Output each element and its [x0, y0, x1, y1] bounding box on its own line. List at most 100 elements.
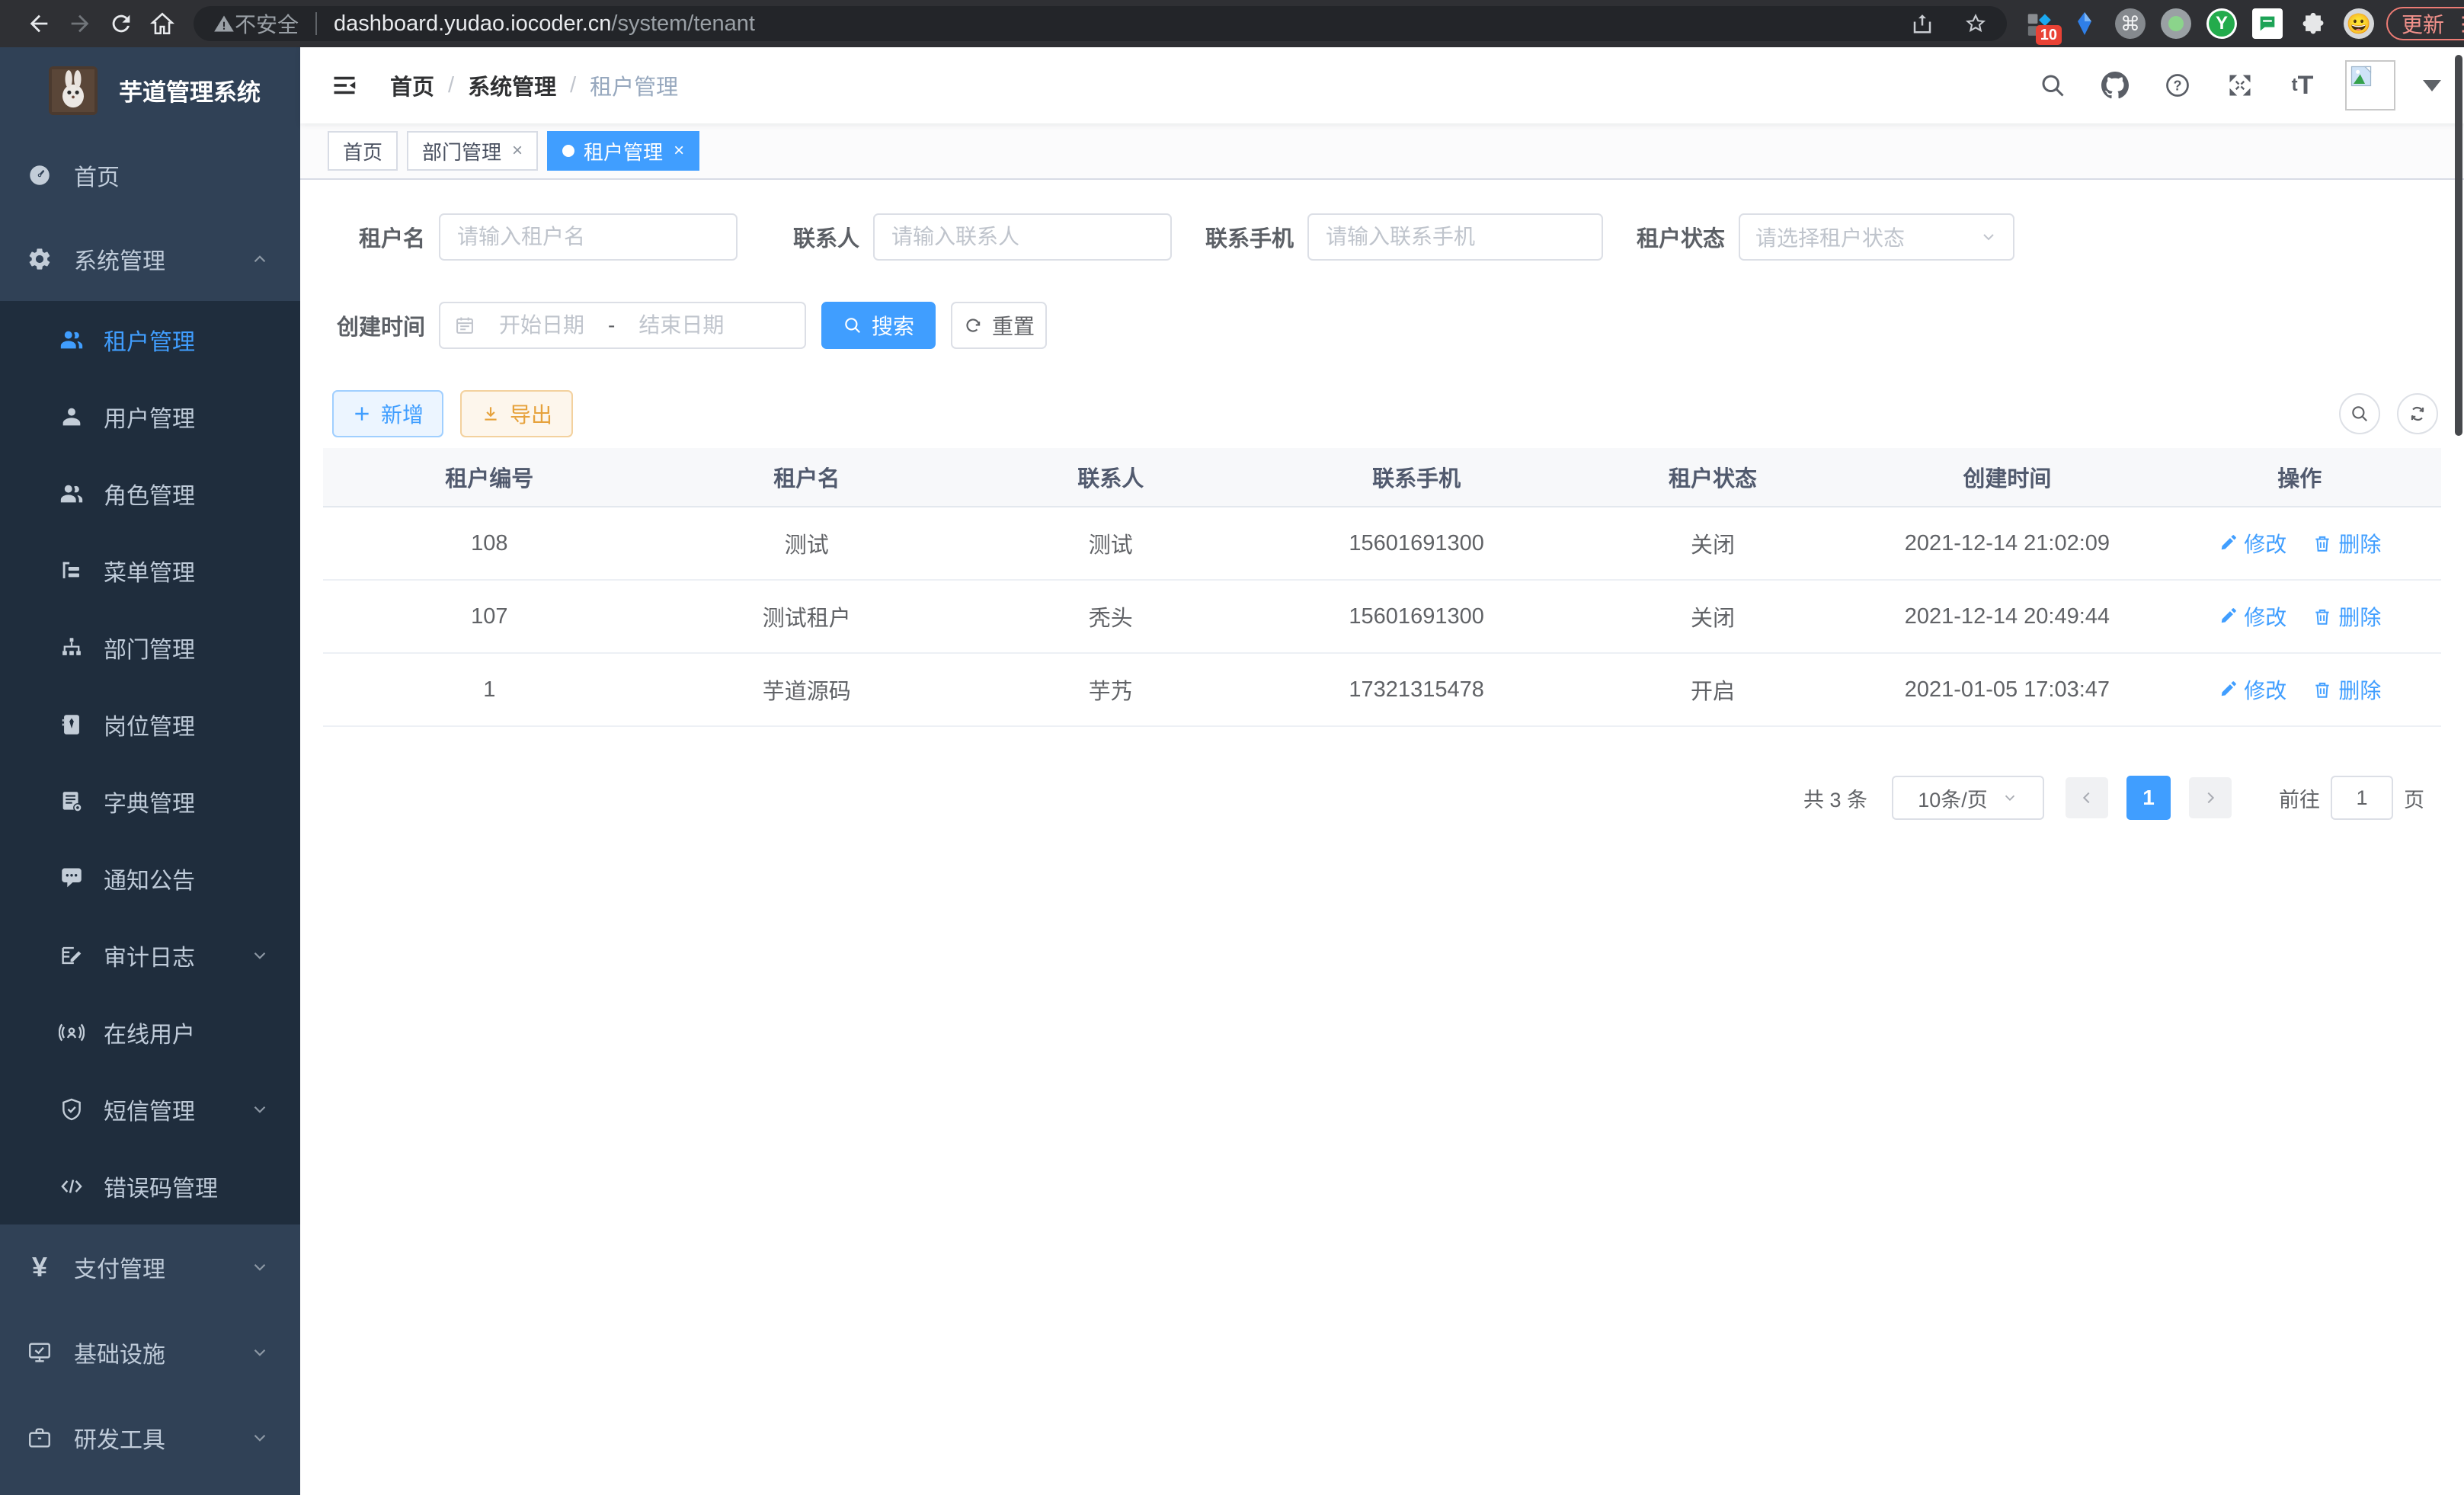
code-icon	[58, 1173, 85, 1200]
page-scrollbar[interactable]	[2455, 55, 2462, 436]
goto-page-input[interactable]	[2331, 776, 2393, 820]
extension-gem-icon[interactable]	[2068, 7, 2101, 40]
delete-link[interactable]: 删除	[2312, 528, 2381, 559]
sidebar-item-dict[interactable]: 字典管理	[0, 763, 300, 840]
browser-forward-icon[interactable]	[59, 3, 101, 44]
add-button[interactable]: 新增	[332, 390, 443, 437]
breadcrumb-system[interactable]: 系统管理	[468, 69, 556, 101]
sidebar-item-user[interactable]: 用户管理	[0, 378, 300, 455]
chevron-down-icon	[250, 1343, 270, 1362]
browser-home-icon[interactable]	[142, 3, 183, 44]
sidebar-item-home[interactable]: 首页	[0, 133, 300, 217]
github-icon[interactable]	[2095, 66, 2135, 105]
tab-tenant[interactable]: 租户管理 ×	[547, 131, 699, 171]
reset-button[interactable]: 重置	[951, 302, 1047, 349]
sidebar-item-infra[interactable]: 基础设施	[0, 1310, 300, 1395]
page-url[interactable]: dashboard.yudao.iocoder.cn/system/tenant	[334, 11, 755, 37]
sidebar-item-menu[interactable]: 菜单管理	[0, 532, 300, 609]
yen-icon: ¥	[26, 1253, 53, 1281]
prev-page-button[interactable]	[2066, 777, 2108, 818]
monitor-icon	[26, 1339, 53, 1366]
roles-icon	[58, 480, 85, 507]
pagination: 共 3 条 10条/页 1 前往 页	[323, 776, 2441, 820]
sidebar-item-system[interactable]: 系统管理	[0, 217, 300, 301]
start-date-input[interactable]	[482, 313, 602, 338]
create-time-label: 创建时间	[332, 309, 425, 341]
active-tab-dot	[562, 145, 574, 157]
trash-icon	[2312, 533, 2332, 553]
bookmark-star-icon[interactable]	[1964, 12, 1987, 35]
tab-home[interactable]: 首页	[328, 131, 398, 171]
browser-update-button[interactable]: 更新 ⋮	[2386, 7, 2464, 40]
sidebar-item-online-user[interactable]: 在线用户	[0, 994, 300, 1071]
extension-tabs-icon[interactable]: 10	[2022, 7, 2056, 40]
online-user-icon	[58, 1019, 85, 1046]
extension-y-icon[interactable]: Y	[2205, 7, 2238, 40]
sidebar-item-tenant[interactable]: 租户管理	[0, 301, 300, 378]
app-logo-row[interactable]: 芋道管理系统	[0, 47, 300, 133]
cell-tenant-id: 108	[323, 507, 656, 580]
contact-input[interactable]	[873, 213, 1172, 261]
toggle-search-button[interactable]	[2339, 393, 2380, 434]
status-select[interactable]: 请选择租户状态	[1739, 213, 2014, 261]
shield-check-icon	[58, 1096, 85, 1123]
delete-link[interactable]: 删除	[2312, 601, 2381, 632]
tab-dept[interactable]: 部门管理 ×	[407, 131, 538, 171]
next-page-button[interactable]	[2189, 777, 2232, 818]
share-icon[interactable]	[1911, 12, 1934, 35]
close-tab-icon[interactable]: ×	[674, 140, 684, 162]
sidebar-item-pay[interactable]: ¥ 支付管理	[0, 1224, 300, 1310]
address-bar[interactable]: 不安全 dashboard.yudao.iocoder.cn/system/te…	[194, 6, 2007, 41]
sidebar-collapse-icon[interactable]	[328, 69, 361, 102]
sidebar-item-sms[interactable]: 短信管理	[0, 1071, 300, 1148]
cell-contact: 芋艿	[958, 653, 1263, 726]
sidebar-item-notice[interactable]: 通知公告	[0, 840, 300, 917]
edit-link[interactable]: 修改	[2218, 674, 2286, 705]
delete-link[interactable]: 删除	[2312, 674, 2381, 705]
user-avatar[interactable]	[2345, 60, 2395, 110]
briefcase-icon	[26, 1424, 53, 1452]
tenant-name-input[interactable]	[439, 213, 738, 261]
page-number-button[interactable]: 1	[2126, 776, 2171, 820]
refresh-table-button[interactable]	[2397, 393, 2438, 434]
sidebar-item-error-code[interactable]: 错误码管理	[0, 1148, 300, 1224]
contact-label: 联系人	[766, 221, 859, 253]
extension-command-icon[interactable]: ⌘	[2114, 7, 2147, 40]
page-size-select[interactable]: 10条/页	[1892, 776, 2044, 820]
browser-back-icon[interactable]	[18, 3, 59, 44]
sidebar-item-dept[interactable]: 部门管理	[0, 609, 300, 686]
fullscreen-icon[interactable]	[2220, 66, 2260, 105]
sidebar-item-post[interactable]: 岗位管理	[0, 686, 300, 763]
page-content: 租户名 联系人 联系手机 租户状态 请选择租户状态 创建时间	[300, 180, 2464, 1495]
cell-tenant-id: 1	[323, 653, 656, 726]
breadcrumb-home[interactable]: 首页	[390, 69, 434, 101]
browser-menu-icon[interactable]: ⋮	[2453, 12, 2464, 36]
col-created: 创建时间	[1856, 448, 2158, 507]
help-icon[interactable]: ?	[2158, 66, 2197, 105]
not-secure-warning-icon[interactable]	[213, 13, 235, 34]
extension-dot-icon[interactable]	[2159, 7, 2193, 40]
extension-chat-icon[interactable]	[2251, 7, 2284, 40]
header-search-icon[interactable]	[2033, 66, 2072, 105]
col-status: 租户状态	[1570, 448, 1856, 507]
avatar-dropdown-icon[interactable]	[2423, 80, 2441, 91]
end-date-input[interactable]	[621, 313, 741, 338]
security-label[interactable]: 不安全	[235, 8, 299, 39]
edit-link[interactable]: 修改	[2218, 528, 2286, 559]
close-tab-icon[interactable]: ×	[512, 140, 523, 162]
chevron-right-icon	[2202, 789, 2219, 806]
extensions-puzzle-icon[interactable]	[2296, 7, 2330, 40]
export-button[interactable]: 导出	[460, 390, 573, 437]
sidebar-item-dev-tools[interactable]: 研发工具	[0, 1395, 300, 1481]
browser-reload-icon[interactable]	[101, 3, 142, 44]
font-size-icon[interactable]: tT	[2283, 66, 2322, 105]
mobile-input[interactable]	[1307, 213, 1603, 261]
cell-tenant-name: 测试	[656, 507, 958, 580]
profile-avatar-icon[interactable]: 😀	[2342, 7, 2376, 40]
create-time-range-picker[interactable]: -	[439, 302, 806, 349]
search-button[interactable]: 搜索	[821, 302, 936, 349]
chevron-down-icon	[250, 1428, 270, 1448]
sidebar-item-audit-log[interactable]: 审计日志	[0, 917, 300, 994]
edit-link[interactable]: 修改	[2218, 601, 2286, 632]
sidebar-item-role[interactable]: 角色管理	[0, 455, 300, 532]
